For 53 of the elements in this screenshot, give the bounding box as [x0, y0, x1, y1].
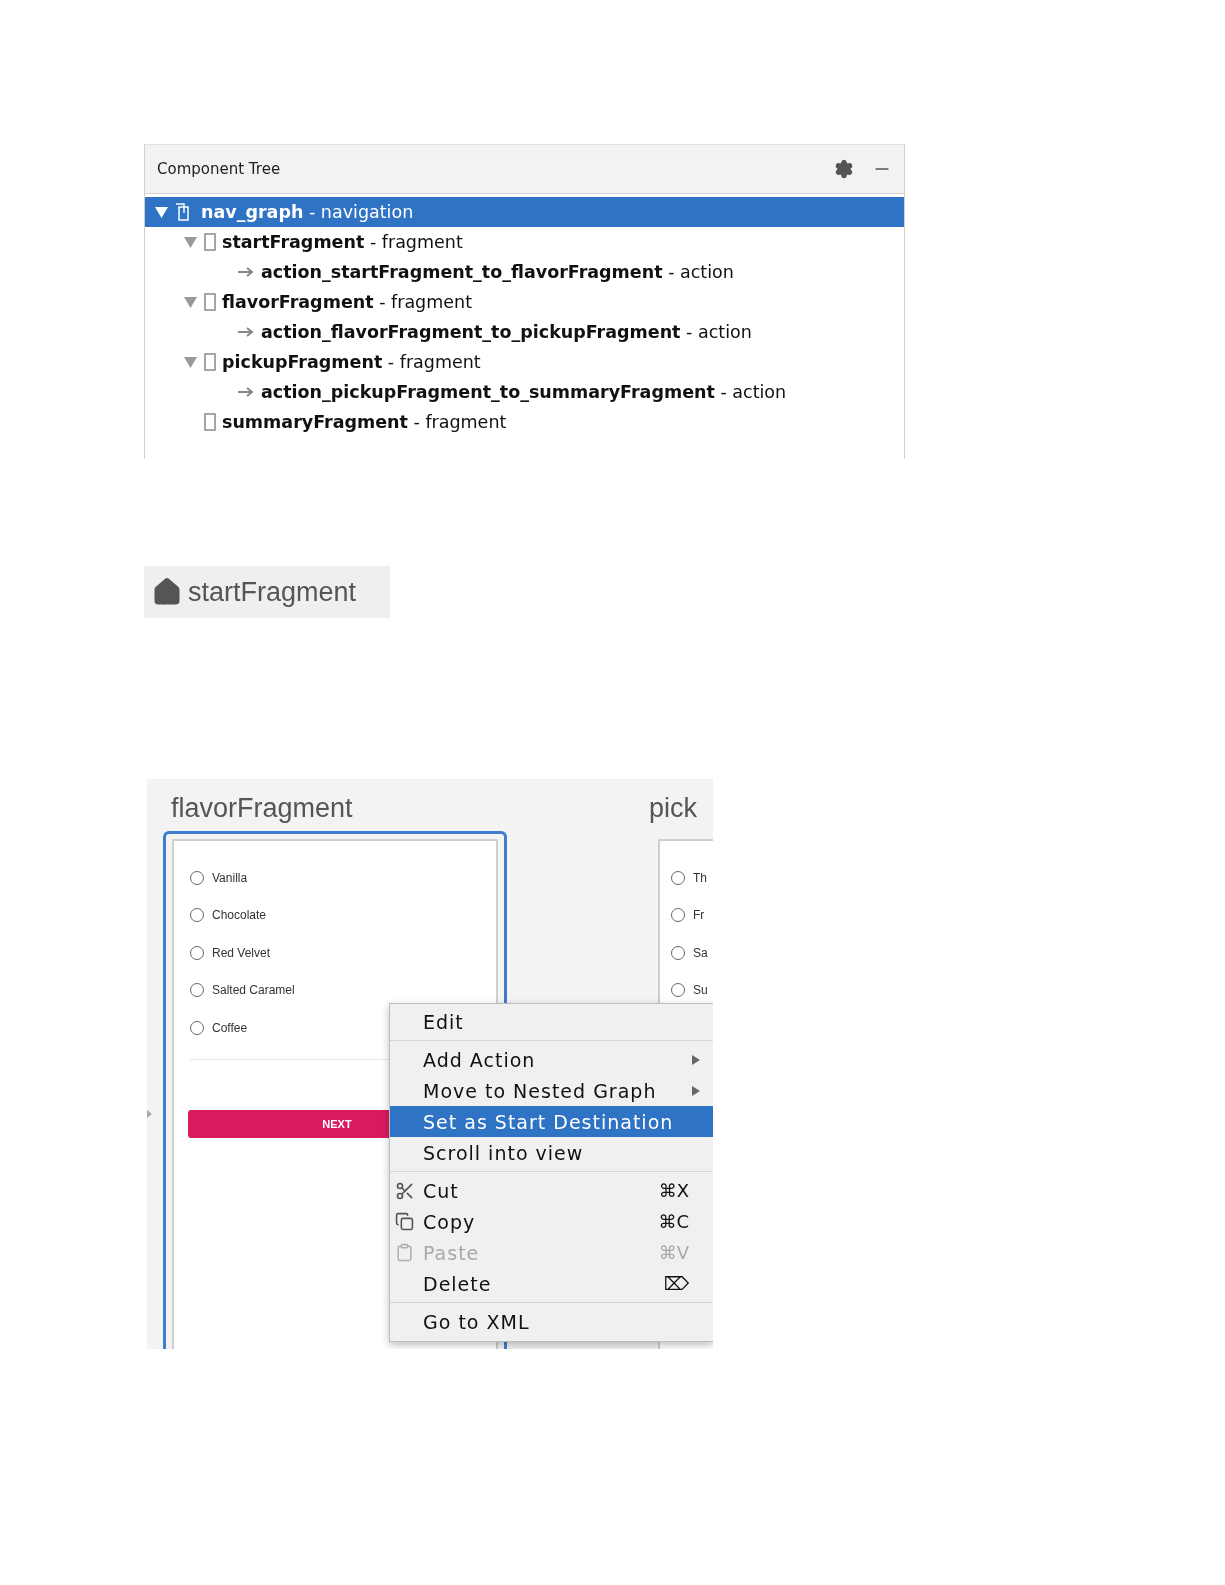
phone-outline-icon	[204, 233, 216, 251]
tree-row-label: nav_graph - navigation	[201, 202, 414, 222]
tree-row[interactable]: action_pickupFragment_to_summaryFragment - action	[145, 377, 904, 407]
tree-row[interactable]: action_flavorFragment_to_pickupFragment - action	[145, 317, 904, 347]
radio-label: Fr	[693, 908, 705, 923]
tree-row-label: pickupFragment - fragment	[222, 352, 481, 372]
menu-item[interactable]: Set as Start Destination	[390, 1106, 713, 1137]
tree-row-label: action_startFragment_to_flavorFragment - action	[261, 262, 734, 282]
tree-row-label: flavorFragment - fragment	[222, 292, 472, 312]
phone-outline-icon	[204, 413, 216, 431]
shortcut-text: ⌘X	[658, 1180, 689, 1201]
tree-row[interactable]: summaryFragment - fragment	[145, 407, 904, 437]
shortcut-text: ⌘V	[658, 1242, 689, 1263]
arrow-icon	[237, 266, 255, 278]
tree-row[interactable]: startFragment - fragment	[145, 227, 904, 257]
tree-row-label: action_pickupFragment_to_summaryFragment - action	[261, 382, 787, 402]
panel-title: Component Tree	[157, 160, 282, 178]
tree-row-label: action_flavorFragment_to_pickupFragment - action	[261, 322, 752, 342]
arrow-icon	[237, 326, 255, 338]
tree-row-label: summaryFragment - fragment	[222, 412, 507, 432]
settings-icon[interactable]	[834, 159, 854, 179]
destination-title: flavorFragment	[170, 792, 354, 825]
home-icon	[152, 577, 182, 607]
phone-outline-icon	[204, 293, 216, 311]
tree-row[interactable]: pickupFragment - fragment	[145, 347, 904, 377]
destination-title: pick	[649, 792, 698, 825]
phone-outline-icon	[204, 353, 216, 371]
radio-label: Coffee	[212, 1020, 248, 1035]
radio-label: Su	[693, 983, 708, 998]
shortcut-text: ⌦	[663, 1273, 689, 1294]
expand-triangle-icon[interactable]	[183, 296, 197, 308]
expand-triangle-icon[interactable]	[154, 206, 168, 218]
tree-row[interactable]: action_startFragment_to_flavorFragment - action	[145, 257, 904, 287]
radio-label: Vanilla	[212, 870, 248, 885]
expand-triangle-icon[interactable]	[183, 356, 197, 368]
tree-row[interactable]: nav_graph - navigation	[145, 197, 904, 227]
clipboard-icon	[395, 1243, 414, 1262]
radio-label: Sa	[693, 945, 708, 960]
submenu-arrow-icon	[692, 1085, 700, 1096]
radio-label: Salted Caramel	[212, 983, 295, 998]
radio-label: Red Velvet	[212, 945, 271, 960]
radio-label: Th	[693, 870, 707, 885]
radio-label: Chocolate	[212, 908, 267, 923]
tree-row[interactable]: flavorFragment - fragment	[145, 287, 904, 317]
copy-icon	[395, 1212, 414, 1231]
arrow-icon	[237, 386, 255, 398]
scissors-icon	[395, 1180, 415, 1201]
submenu-arrow-icon	[692, 1054, 700, 1065]
tree-row-label: startFragment - fragment	[222, 232, 463, 252]
start-destination-text: startFragment	[188, 576, 357, 608]
shortcut-text: ⌘C	[658, 1211, 689, 1232]
small-arrow-icon	[147, 1110, 152, 1118]
expand-triangle-icon[interactable]	[183, 236, 197, 248]
